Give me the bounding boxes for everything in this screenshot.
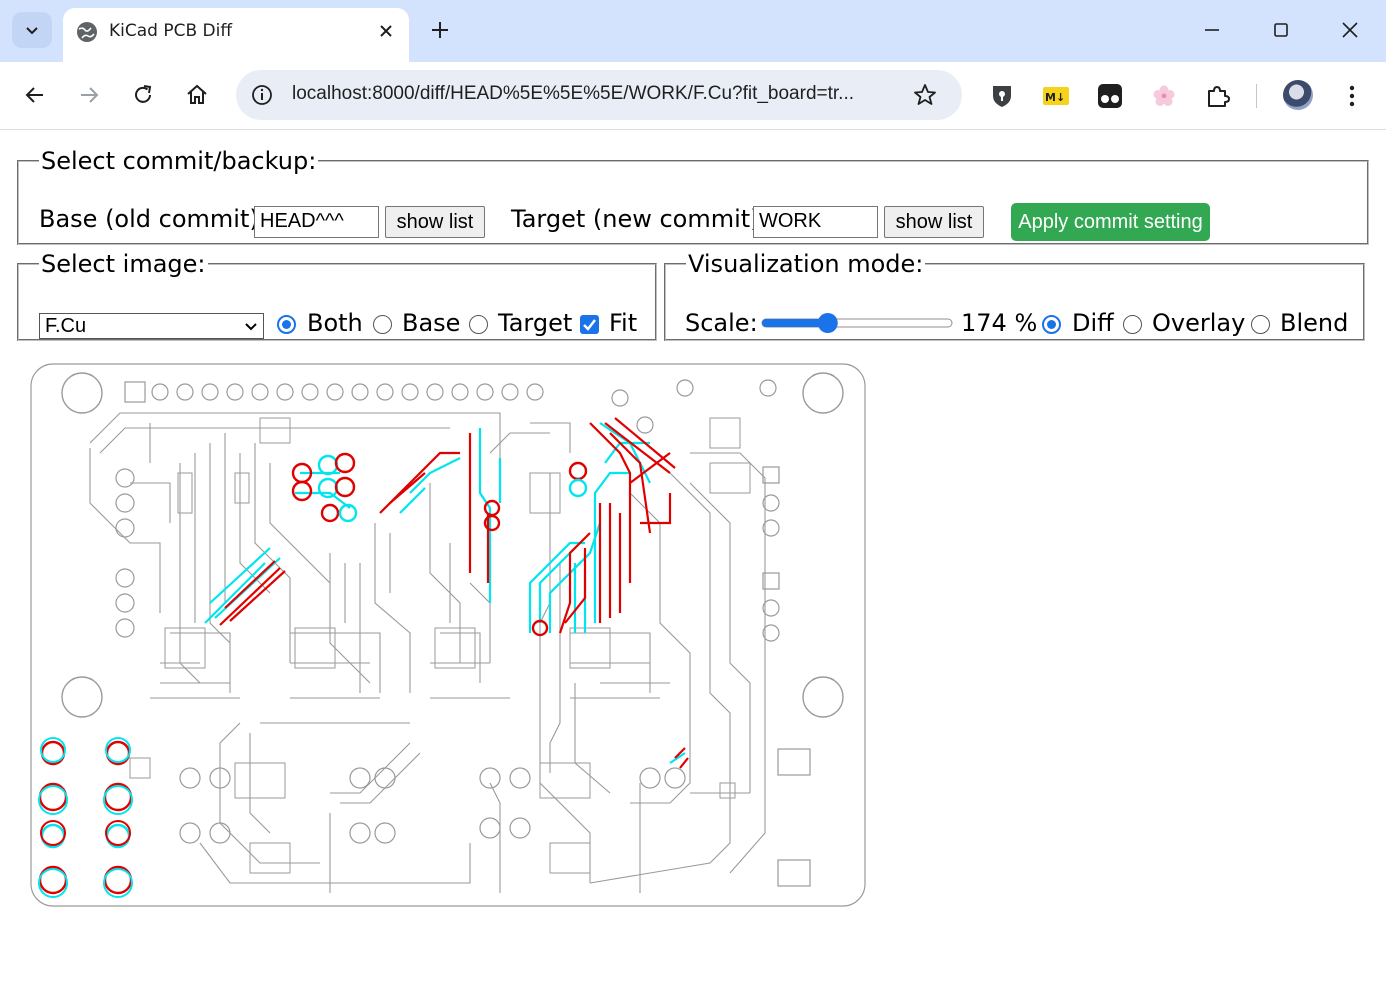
radio-overlay[interactable] [1123, 315, 1142, 334]
forward-icon[interactable] [76, 82, 102, 108]
scale-label: Scale: [685, 309, 758, 337]
back-icon[interactable] [22, 82, 48, 108]
radio-base[interactable] [373, 315, 392, 334]
radio-base-label: Base [402, 309, 461, 337]
close-tab-icon[interactable] [375, 20, 397, 42]
page-content: Select commit/backup: Base (old commit):… [0, 131, 1386, 983]
markdown-extension-icon[interactable]: M↓ [1042, 82, 1070, 110]
image-legend: Select image: [41, 250, 206, 278]
browser-tab[interactable]: KiCad PCB Diff [63, 8, 409, 64]
radio-blend-label: Blend [1280, 309, 1349, 337]
bookmark-star-icon[interactable] [912, 82, 938, 108]
maximize-icon[interactable] [1269, 18, 1293, 42]
commit-fieldset: Select commit/backup: Base (old commit):… [17, 147, 1369, 245]
radio-diff-label: Diff [1072, 309, 1114, 337]
fit-label: Fit [609, 309, 638, 337]
svg-text:M↓: M↓ [1045, 91, 1065, 104]
commit-legend: Select commit/backup: [41, 147, 317, 175]
close-window-icon[interactable] [1338, 18, 1362, 42]
radio-both-label: Both [307, 309, 363, 337]
radio-overlay-label: Overlay [1152, 309, 1246, 337]
radio-both[interactable] [277, 315, 296, 334]
visualization-legend: Visualization mode: [688, 250, 924, 278]
flower-extension-icon[interactable] [1150, 82, 1178, 110]
extensions-puzzle-icon[interactable] [1204, 82, 1232, 110]
scale-slider[interactable] [761, 312, 953, 334]
target-show-list-button[interactable]: show list [884, 206, 984, 238]
base-commit-input[interactable]: HEAD^^^ [254, 206, 379, 238]
visualization-fieldset: Visualization mode: Scale: 174 % Diff Ov… [664, 250, 1365, 341]
chevron-down-icon [245, 323, 257, 331]
menu-kebab-icon[interactable] [1340, 82, 1364, 110]
new-tab-icon[interactable] [428, 18, 452, 42]
base-show-list-button[interactable]: show list [385, 206, 485, 238]
tab-search-button[interactable] [12, 12, 52, 48]
pcb-diff-image[interactable] [30, 363, 866, 907]
url-text: localhost:8000/diff/HEAD%5E%5E%5E/WORK/F… [292, 83, 855, 104]
radio-target-label: Target [498, 309, 573, 337]
toolbar-separator [1256, 84, 1257, 108]
profile-avatar[interactable] [1283, 80, 1313, 110]
home-icon[interactable] [184, 82, 210, 108]
layer-select[interactable]: F.Cu [39, 313, 264, 339]
radio-target[interactable] [469, 315, 488, 334]
tab-title: KiCad PCB Diff [109, 21, 233, 41]
minimize-icon[interactable] [1200, 18, 1224, 42]
tampermonkey-extension-icon[interactable] [1096, 82, 1124, 110]
info-icon[interactable] [250, 83, 274, 107]
radio-blend[interactable] [1251, 315, 1270, 334]
target-commit-input[interactable]: WORK [753, 206, 878, 238]
address-bar[interactable]: localhost:8000/diff/HEAD%5E%5E%5E/WORK/F… [236, 70, 962, 120]
base-commit-label: Base (old commit): [39, 205, 267, 233]
globe-icon [77, 22, 97, 42]
reload-icon[interactable] [130, 82, 156, 108]
browser-titlebar: KiCad PCB Diff [0, 0, 1386, 64]
apply-commit-button[interactable]: Apply commit setting [1011, 203, 1210, 241]
image-fieldset: Select image: F.Cu Both Base Target Fit [17, 250, 657, 341]
target-commit-label: Target (new commit): [511, 205, 768, 233]
fit-checkbox[interactable] [580, 315, 599, 334]
chevron-down-icon [26, 27, 38, 35]
browser-toolbar: localhost:8000/diff/HEAD%5E%5E%5E/WORK/F… [0, 62, 1386, 130]
scale-value: 174 % [961, 309, 1038, 337]
radio-diff[interactable] [1042, 315, 1061, 334]
checkmark-icon [583, 319, 596, 331]
bitwarden-extension-icon[interactable] [988, 82, 1016, 110]
layer-select-value: F.Cu [45, 315, 87, 337]
